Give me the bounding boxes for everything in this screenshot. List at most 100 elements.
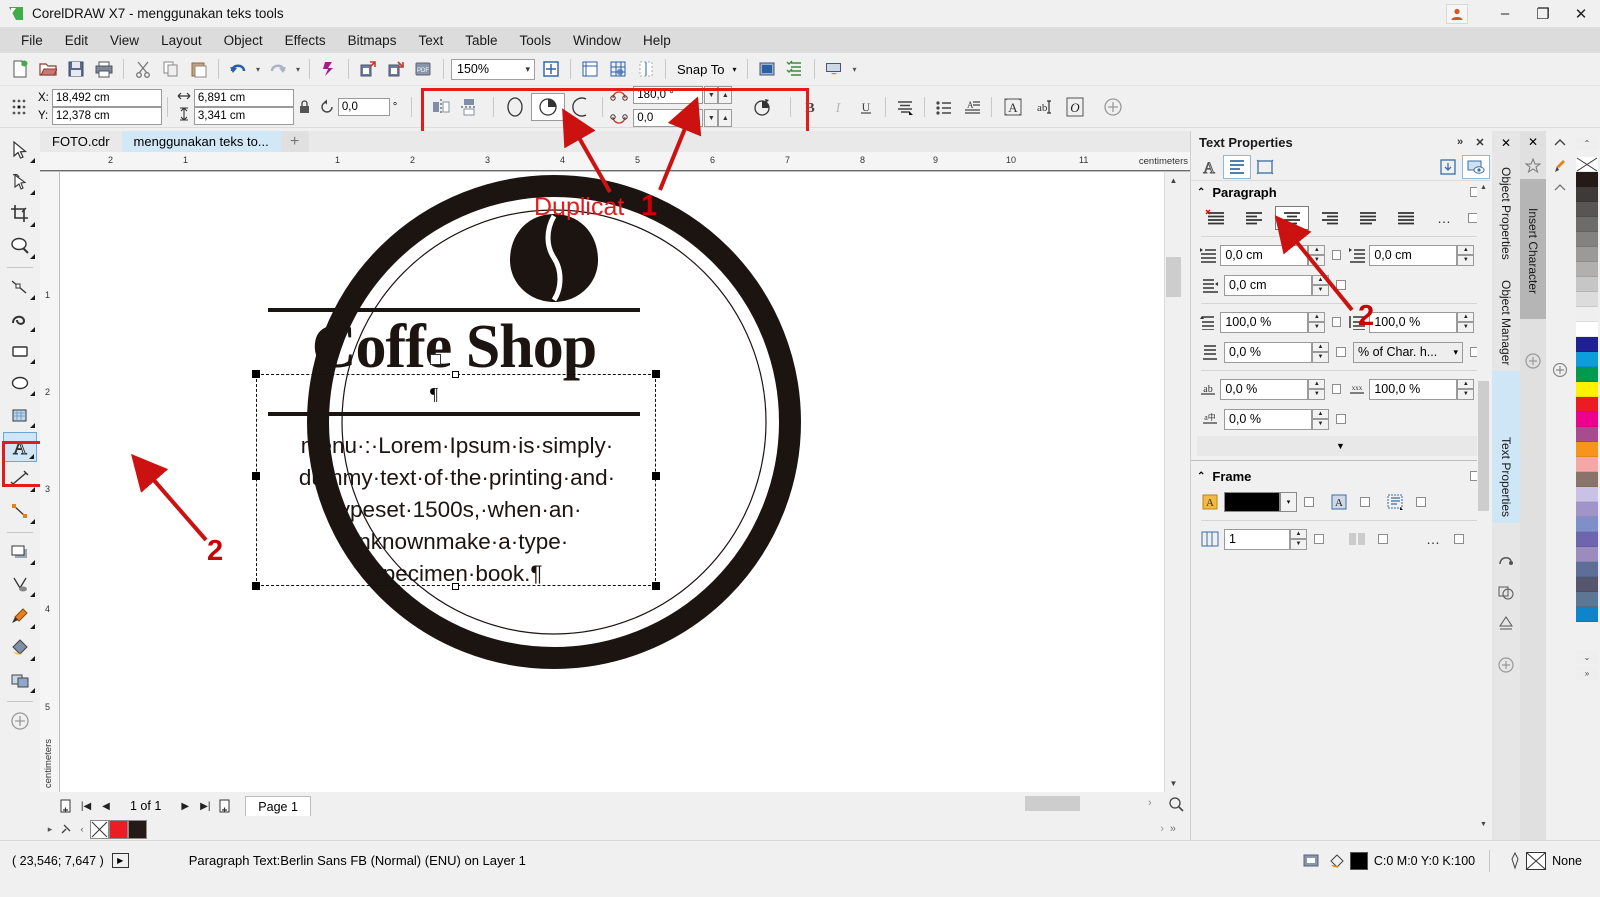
frame-vertical-align-icon[interactable] [1384, 491, 1406, 513]
before-paragraph-input[interactable]: 100,0 % [1220, 311, 1309, 333]
add-document-tab-button[interactable]: + [280, 131, 309, 152]
drop-cap-icon[interactable]: A [958, 94, 986, 120]
after-paragraph-input[interactable]: 100,0 % [1369, 311, 1458, 333]
export-icon[interactable] [382, 56, 410, 82]
frame-tab-icon[interactable] [1251, 155, 1279, 179]
swatch-color[interactable] [1576, 382, 1598, 397]
show-guidelines-icon[interactable] [632, 56, 660, 82]
zoom-tool[interactable] [3, 231, 37, 261]
character-spacing-spinner[interactable]: ▲ ▼ [1308, 378, 1326, 400]
launcher-dropdown-icon[interactable]: ▾ [848, 56, 860, 82]
columns-spinner[interactable]: ▲ ▼ [1290, 528, 1307, 550]
zoom-page-icon[interactable] [1168, 796, 1184, 815]
spin-up-icon[interactable]: ▲ [1308, 244, 1326, 255]
character-tab-icon[interactable]: A [1195, 155, 1223, 179]
color-eyedropper-tool[interactable] [3, 601, 37, 631]
interactive-otf-icon[interactable]: ab [1029, 94, 1059, 120]
docker-strip-close-icon[interactable]: ✕ [1492, 131, 1520, 155]
print-icon[interactable] [90, 56, 118, 82]
minimize-button[interactable]: – [1486, 0, 1524, 27]
object-position-icon[interactable] [6, 94, 34, 120]
docker-close-icon[interactable]: ✕ [1470, 132, 1490, 152]
coffee-shop-artwork[interactable]: Coffe Shop ¶ menu·:·Lorem·Ipsum·is·simpl… [234, 172, 874, 682]
drawing-canvas[interactable]: Coffe Shop ¶ menu·:·Lorem·Ipsum·is·simpl… [60, 172, 1175, 792]
lock-ratio-icon[interactable] [294, 94, 316, 120]
palette-brush-icon[interactable] [1550, 157, 1570, 175]
options-plus-icon[interactable] [1099, 94, 1127, 120]
spin-down-icon[interactable]: ▼ [1312, 419, 1329, 430]
docker-tab-shaping-icon[interactable] [1492, 577, 1520, 607]
swatch-none[interactable] [90, 819, 109, 839]
palette-scroll-left-icon[interactable]: ▸ [42, 820, 58, 838]
line-spacing-input[interactable]: 0,0 % [1224, 341, 1312, 363]
first-line-indent-checkbox[interactable] [1332, 250, 1341, 260]
swatch-color[interactable] [1576, 172, 1598, 187]
text-rotation-spinner[interactable]: ▼ ▲ [704, 86, 733, 104]
menu-help[interactable]: Help [632, 30, 682, 51]
after-paragraph-spinner[interactable]: ▲ ▼ [1457, 311, 1475, 333]
line-spacing-field[interactable]: 0,0 % ▲ ▼ [1224, 341, 1329, 363]
rectangle-tool[interactable] [3, 336, 37, 366]
spin-down-icon[interactable]: ▼ [1308, 255, 1326, 266]
outline-none-swatch[interactable] [1526, 851, 1547, 870]
docpal-more-icon[interactable]: › [1160, 823, 1164, 835]
publish-pdf-icon[interactable]: PDF [410, 56, 438, 82]
selection-handle[interactable] [652, 582, 660, 590]
menu-tools[interactable]: Tools [509, 30, 563, 51]
undo-icon[interactable] [224, 56, 252, 82]
swatch-color[interactable] [1576, 337, 1598, 352]
swatch-color[interactable] [1576, 202, 1598, 217]
last-page-button[interactable]: ▶| [195, 796, 215, 816]
selection-handle[interactable] [252, 370, 260, 378]
rotation-angle-input[interactable]: 0,0 [337, 97, 390, 116]
vertical-scroll-thumb[interactable] [1166, 257, 1181, 297]
align-force-justify-button[interactable] [1389, 206, 1423, 230]
color-proof-icon[interactable] [1298, 849, 1324, 873]
save-icon[interactable] [62, 56, 90, 82]
paragraph-tab-icon[interactable] [1223, 154, 1251, 179]
language-spacing-checkbox[interactable] [1336, 414, 1346, 424]
palette-add-icon[interactable] [1550, 361, 1570, 379]
transparency-tool[interactable] [3, 569, 37, 599]
menu-bitmaps[interactable]: Bitmaps [337, 30, 408, 51]
swatch-color[interactable] [1576, 292, 1598, 307]
menu-view[interactable]: View [99, 30, 150, 51]
y-position-input[interactable]: 12,378 cm [51, 106, 162, 125]
strip2-close-icon[interactable]: ✕ [1520, 131, 1546, 153]
paste-icon[interactable] [185, 56, 213, 82]
text-tool[interactable]: A [3, 432, 37, 462]
docker-tab-text-properties[interactable]: Text Properties [1492, 371, 1520, 524]
x-position-input[interactable]: 18,492 cm [51, 88, 162, 107]
frame-more-checkbox[interactable] [1454, 534, 1464, 544]
first-line-indent-input[interactable]: 0,0 cm [1220, 244, 1309, 266]
cut-icon[interactable] [129, 56, 157, 82]
drop-shadow-tool[interactable] [3, 537, 37, 567]
spin-up-icon[interactable]: ▲ [1290, 528, 1307, 539]
swatch-color[interactable] [1576, 532, 1598, 547]
spin-up-icon[interactable]: ▲ [1457, 311, 1475, 322]
first-line-indent-field[interactable]: 0,0 cm ▲ ▼ [1220, 244, 1326, 266]
options-icon[interactable] [753, 56, 781, 82]
strip2-add-icon[interactable] [1520, 341, 1546, 381]
swatch-color[interactable] [1576, 277, 1598, 292]
horizontal-ruler[interactable]: 2 1 1 2 3 4 5 6 7 8 9 10 11 centimeters [40, 152, 1190, 172]
copy-icon[interactable] [157, 56, 185, 82]
spin-down-icon[interactable]: ▼ [1312, 352, 1329, 363]
frame-more-icon[interactable]: … [1422, 528, 1444, 550]
selection-handle-bottom-mid[interactable] [452, 583, 459, 590]
left-indent-spinner[interactable]: ▲ ▼ [1457, 244, 1475, 266]
text-orientation-icon[interactable] [748, 94, 776, 120]
paragraph-expand-button[interactable]: ▼ [1197, 436, 1484, 456]
column-settings-checkbox[interactable] [1378, 534, 1388, 544]
spin-up-icon[interactable]: ▲ [718, 109, 733, 127]
frame-section-header[interactable]: ⌃ Frame [1191, 465, 1490, 487]
align-none-button[interactable] [1199, 206, 1233, 230]
page-tab-1[interactable]: Page 1 [245, 796, 311, 816]
align-more-button[interactable]: … [1427, 206, 1461, 230]
swatch-color[interactable] [1576, 352, 1598, 367]
spin-up-icon[interactable]: ▲ [1308, 378, 1326, 389]
text-fit-checkbox[interactable] [1360, 497, 1370, 507]
language-spacing-field[interactable]: 0,0 % ▲ ▼ [1224, 408, 1329, 430]
spin-up-icon[interactable]: ▲ [1308, 311, 1326, 322]
right-indent-spinner[interactable]: ▲ ▼ [1312, 274, 1329, 296]
